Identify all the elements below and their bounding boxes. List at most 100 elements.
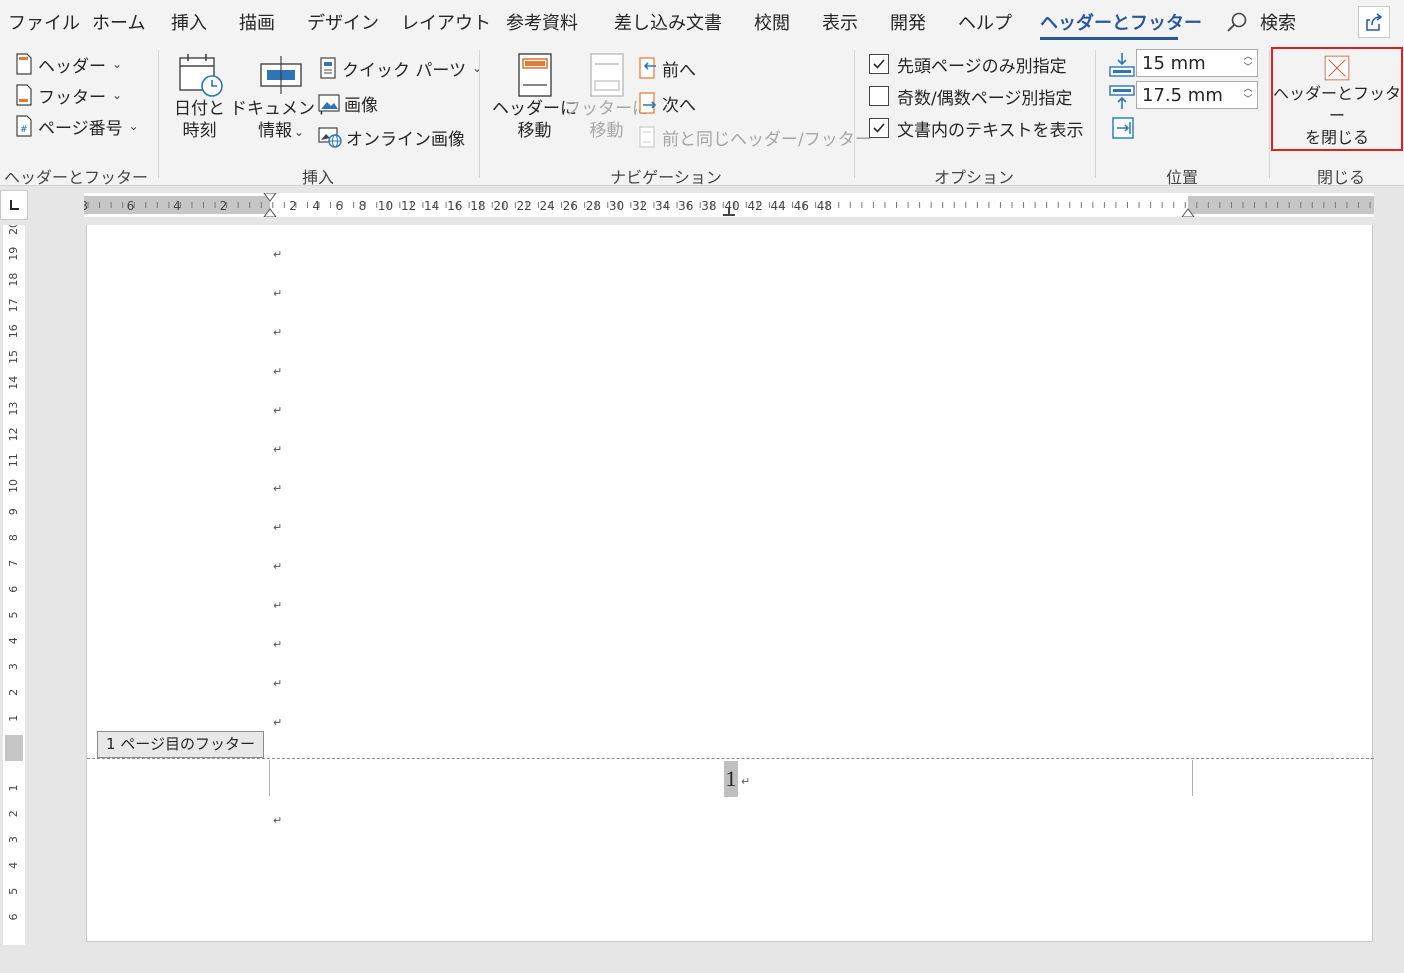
header-position-value[interactable]: 15 mm: [1137, 53, 1239, 74]
quick-parts-button[interactable]: クイック パーツ ⌄: [318, 55, 482, 81]
paragraph-mark[interactable]: ↵: [273, 287, 282, 300]
show-document-text-option[interactable]: 文書内のテキストを表示: [869, 115, 1084, 141]
tab-mailings[interactable]: 差し込み文書: [614, 9, 722, 35]
tab-header-footer[interactable]: ヘッダーとフッター: [1040, 9, 1202, 35]
online-picture-icon: [318, 127, 342, 148]
paragraph-mark[interactable]: ↵: [273, 482, 282, 495]
close-header-footer-button[interactable]: ヘッダーとフッター を閉じる: [1271, 47, 1403, 151]
tab-file[interactable]: ファイル: [8, 9, 80, 35]
tab-references[interactable]: 参考資料: [506, 9, 578, 35]
picture-button[interactable]: 画像: [318, 90, 378, 116]
chevron-down-icon: ⌄: [128, 119, 139, 133]
tab-home[interactable]: ホーム: [92, 9, 145, 35]
checkmark-icon: [873, 59, 885, 69]
horizontal-ruler[interactable]: 8642246810121416182022242628303234363840…: [84, 193, 1374, 217]
ruler-label: 10: [378, 199, 393, 213]
ruler-label: 6: [7, 914, 20, 921]
header-button[interactable]: ヘッダー ⌄: [14, 51, 122, 77]
spinner-arrows[interactable]: ︿ ﹀: [1239, 50, 1257, 76]
left-tab-stop-icon: [10, 200, 19, 210]
footer-button[interactable]: フッター ⌄: [14, 82, 122, 108]
show-document-text-label: 文書内のテキストを表示: [897, 120, 1084, 141]
paragraph-mark[interactable]: ↵: [273, 365, 282, 378]
insert-alignment-tab-icon[interactable]: [1111, 116, 1135, 140]
ruler-label: 40: [724, 199, 739, 213]
spin-up-icon[interactable]: ︿: [1243, 84, 1252, 95]
header-position-icon: [1109, 53, 1135, 77]
header-icon: [16, 53, 32, 75]
paragraph-mark[interactable]: ↵: [273, 677, 282, 690]
close-label-line-2: を閉じる: [1304, 128, 1369, 147]
spin-up-icon[interactable]: ︿: [1243, 52, 1252, 63]
different-odd-even-option[interactable]: 奇数/偶数ページ別指定: [869, 83, 1072, 109]
different-first-page-option[interactable]: 先頭ページのみ別指定: [869, 51, 1067, 77]
ruler-label: 17: [7, 298, 20, 312]
ruler-label: 15: [7, 350, 20, 364]
quick-parts-icon: [320, 57, 336, 79]
paragraph-mark[interactable]: ↵: [273, 814, 282, 827]
different-odd-even-checkbox[interactable]: [869, 86, 889, 106]
tab-review[interactable]: 校閲: [754, 9, 790, 35]
document-info-icon: [260, 56, 302, 94]
date-time-button[interactable]: 日付と 時刻: [174, 52, 225, 142]
document-info-button[interactable]: ドキュメント 情報 ⌄: [230, 52, 332, 143]
header-position-spinner[interactable]: 15 mm ︿ ﹀: [1136, 49, 1258, 77]
group-separator: [1269, 50, 1270, 178]
online-picture-button[interactable]: オンライン画像: [318, 124, 465, 150]
date-time-label-1: 日付と: [174, 99, 225, 119]
document-page[interactable]: ↵ ↵ ↵ ↵ ↵ ↵ ↵ ↵ ↵ ↵ ↵ ↵ ↵ 1 ページ目のフッター 1 …: [86, 225, 1374, 942]
paragraph-mark[interactable]: ↵: [273, 443, 282, 456]
footer-position-value[interactable]: 17.5 mm: [1137, 85, 1239, 106]
paragraph-mark[interactable]: ↵: [273, 716, 282, 729]
spinner-arrows[interactable]: ︿ ﹀: [1239, 82, 1257, 108]
tab-selector[interactable]: [0, 190, 28, 220]
word-window: ファイル ホーム 挿入 描画 デザイン レイアウト 参考資料 差し込み文書 校閲…: [0, 0, 1404, 973]
checkmark-icon: [873, 123, 885, 133]
paragraph-mark[interactable]: ↵: [273, 638, 282, 651]
search-icon: [1227, 12, 1247, 32]
paragraph-mark[interactable]: ↵: [273, 560, 282, 573]
tab-view[interactable]: 表示: [822, 9, 858, 35]
footer-position-spinner[interactable]: 17.5 mm ︿ ﹀: [1136, 81, 1258, 109]
paragraph-mark[interactable]: ↵: [273, 599, 282, 612]
vertical-ruler[interactable]: 2019181716151413121110987654321123456: [3, 225, 25, 945]
tab-layout[interactable]: レイアウト: [401, 9, 491, 35]
ruler-label: 1: [7, 715, 20, 722]
ruler-label: 5: [7, 612, 20, 619]
paragraph-mark: ↵: [741, 775, 751, 788]
paragraph-mark[interactable]: ↵: [273, 326, 282, 339]
paragraph-mark[interactable]: ↵: [273, 521, 282, 534]
crop-mark-right: [1192, 760, 1193, 796]
chevron-down-icon: ⌄: [112, 88, 123, 102]
ruler-label: 4: [7, 637, 20, 644]
tab-draw[interactable]: 描画: [239, 9, 275, 35]
tab-developer[interactable]: 開発: [890, 9, 926, 35]
ribbon-tab-bar: ファイル ホーム 挿入 描画 デザイン レイアウト 参考資料 差し込み文書 校閲…: [0, 0, 1404, 44]
ruler-label: 12: [401, 199, 416, 213]
group-separator: [854, 50, 855, 178]
next-button[interactable]: 次へ: [638, 90, 696, 116]
spin-down-icon[interactable]: ﹀: [1243, 95, 1252, 106]
share-icon: [1366, 13, 1383, 31]
show-document-text-checkbox[interactable]: [869, 118, 889, 138]
different-first-page-checkbox[interactable]: [869, 54, 889, 74]
tab-design[interactable]: デザイン: [307, 9, 379, 35]
ruler-label: 2: [7, 689, 20, 696]
footer-position-icon: [1109, 85, 1135, 109]
group-label-header-footer: ヘッダーとフッター: [3, 168, 149, 187]
paragraph-mark[interactable]: ↵: [273, 404, 282, 417]
tab-help[interactable]: ヘルプ: [958, 9, 1012, 35]
link-to-previous-button[interactable]: 前と同じヘッダー/フッター: [638, 124, 872, 150]
share-button[interactable]: [1358, 6, 1390, 38]
ruler-label: 19: [7, 247, 20, 261]
ruler-label: 1: [7, 785, 20, 792]
ruler-label: 6: [7, 586, 20, 593]
goto-footer-button[interactable]: フッターに 移動: [564, 52, 649, 142]
search-box[interactable]: 検索: [1226, 9, 1296, 35]
paragraph-mark[interactable]: ↵: [273, 248, 282, 261]
previous-button[interactable]: 前へ: [638, 55, 696, 81]
tab-insert[interactable]: 挿入: [171, 9, 207, 35]
spin-down-icon[interactable]: ﹀: [1243, 63, 1252, 74]
page-number-button[interactable]: # ページ番号 ⌄: [14, 113, 139, 139]
page-number-field[interactable]: 1: [724, 761, 738, 797]
